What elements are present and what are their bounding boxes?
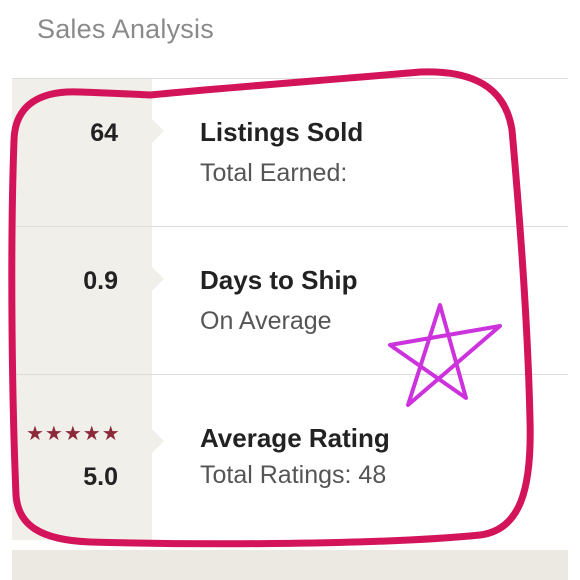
stat-subtitle: Total Earned: [200,159,348,187]
row-arrow-notch [152,267,164,291]
stat-value: 5.0 [83,463,118,491]
stat-row-listings-sold: 64 Listings Sold Total Earned: [12,79,568,227]
row-arrow-notch [152,119,164,143]
stat-row-days-to-ship: 0.9 Days to Ship On Average [12,227,568,375]
stat-subtitle: On Average [200,307,332,335]
sales-stats-panel: 64 Listings Sold Total Earned: 0.9 Days … [12,78,568,541]
page-title: Sales Analysis [37,14,214,44]
stat-value: 64 [90,119,118,147]
stat-title: Average Rating [200,423,390,453]
footer-grey-strip [12,550,568,580]
row-arrow-notch [152,429,164,453]
stat-subtitle: Total Ratings: 48 [200,461,387,489]
header: Sales Analysis [0,0,580,78]
stat-title: Days to Ship [200,265,358,295]
footer-band [0,540,580,580]
stat-row-average-rating: ★★★★★ 5.0 Average Rating Total Ratings: … [12,375,568,541]
stat-title: Listings Sold [200,117,364,147]
star-icon: ★★★★★ [26,423,121,445]
stat-value: 0.9 [83,267,118,295]
